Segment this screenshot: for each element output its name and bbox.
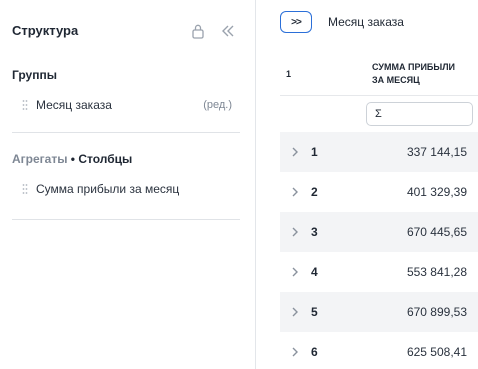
columns-label: • Столбцы [67,152,133,166]
table-row[interactable]: 1 337 144,15 [280,132,478,172]
group-field-label: Месяц заказа [36,98,112,112]
row-group-key: 3 [311,225,318,239]
group-field-month[interactable]: Месяц заказа (ред.) [20,96,235,114]
chevron-right-icon[interactable] [290,225,300,239]
row-profit-value: 670 899,53 [406,305,467,319]
drag-handle-icon[interactable] [20,99,30,111]
table-row[interactable]: 5 670 899,53 [280,292,478,332]
structure-panel: Структура Группы Месяц заказа (ред.) Агр… [0,0,256,369]
structure-header: Структура [12,22,240,40]
table-row[interactable]: 4 553 841,28 [280,252,478,292]
sigma-icon: Σ [375,108,382,120]
aggregates-section-title: Агрегаты • Столбцы [12,151,132,167]
expand-toggle-button[interactable]: >> [280,11,312,33]
column-header-group[interactable]: 1 [286,69,291,79]
aggregates-label: Агрегаты [12,152,68,166]
row-group-key: 1 [311,145,318,159]
row-profit-value: 553 841,28 [406,265,467,279]
chevron-right-icon[interactable] [290,345,300,359]
more-options-icon[interactable]: ·· [391,14,398,25]
structure-title: Структура [12,23,79,38]
collapse-panel-icon[interactable] [220,23,236,39]
aggregate-field-label: Сумма прибыли за месяц [36,182,180,196]
row-group-key: 2 [311,185,318,199]
table-row[interactable]: 3 670 445,65 [280,212,478,252]
column-header-line: ЗА МЕСЯЦ [372,75,420,85]
grid-header: 1 СУММА ПРИБЫЛИ ЗА МЕСЯЦ [280,55,478,95]
groups-section-title: Группы [12,68,57,82]
chevron-right-icon[interactable] [290,265,300,279]
row-profit-value: 670 445,65 [406,225,467,239]
row-profit-value: 625 508,41 [406,345,467,359]
row-group-key: 6 [311,345,318,359]
section-divider [12,132,240,133]
aggregate-filter-input[interactable]: Σ [366,102,473,126]
filter-row: Σ [280,95,478,132]
row-group-key: 4 [311,265,318,279]
column-header-line: СУММА ПРИБЫЛИ [372,62,455,72]
table-row[interactable]: 2 401 329,39 [280,172,478,212]
group-field-edit-link[interactable]: (ред.) [203,96,232,114]
column-header-profit[interactable]: СУММА ПРИБЫЛИ ЗА МЕСЯЦ [372,61,472,87]
lock-icon[interactable] [191,23,205,39]
toggle-label: >> [291,16,302,28]
table-row[interactable]: 6 625 508,41 [280,332,478,369]
row-profit-value: 337 144,15 [406,145,467,159]
drag-handle-icon[interactable] [20,183,30,195]
chevron-right-icon[interactable] [290,185,300,199]
aggregate-field-profit[interactable]: Сумма прибыли за месяц [20,180,235,198]
chevron-right-icon[interactable] [290,145,300,159]
chevron-right-icon[interactable] [290,305,300,319]
row-profit-value: 401 329,39 [406,185,467,199]
row-group-key: 5 [311,305,318,319]
section-divider [12,219,240,220]
